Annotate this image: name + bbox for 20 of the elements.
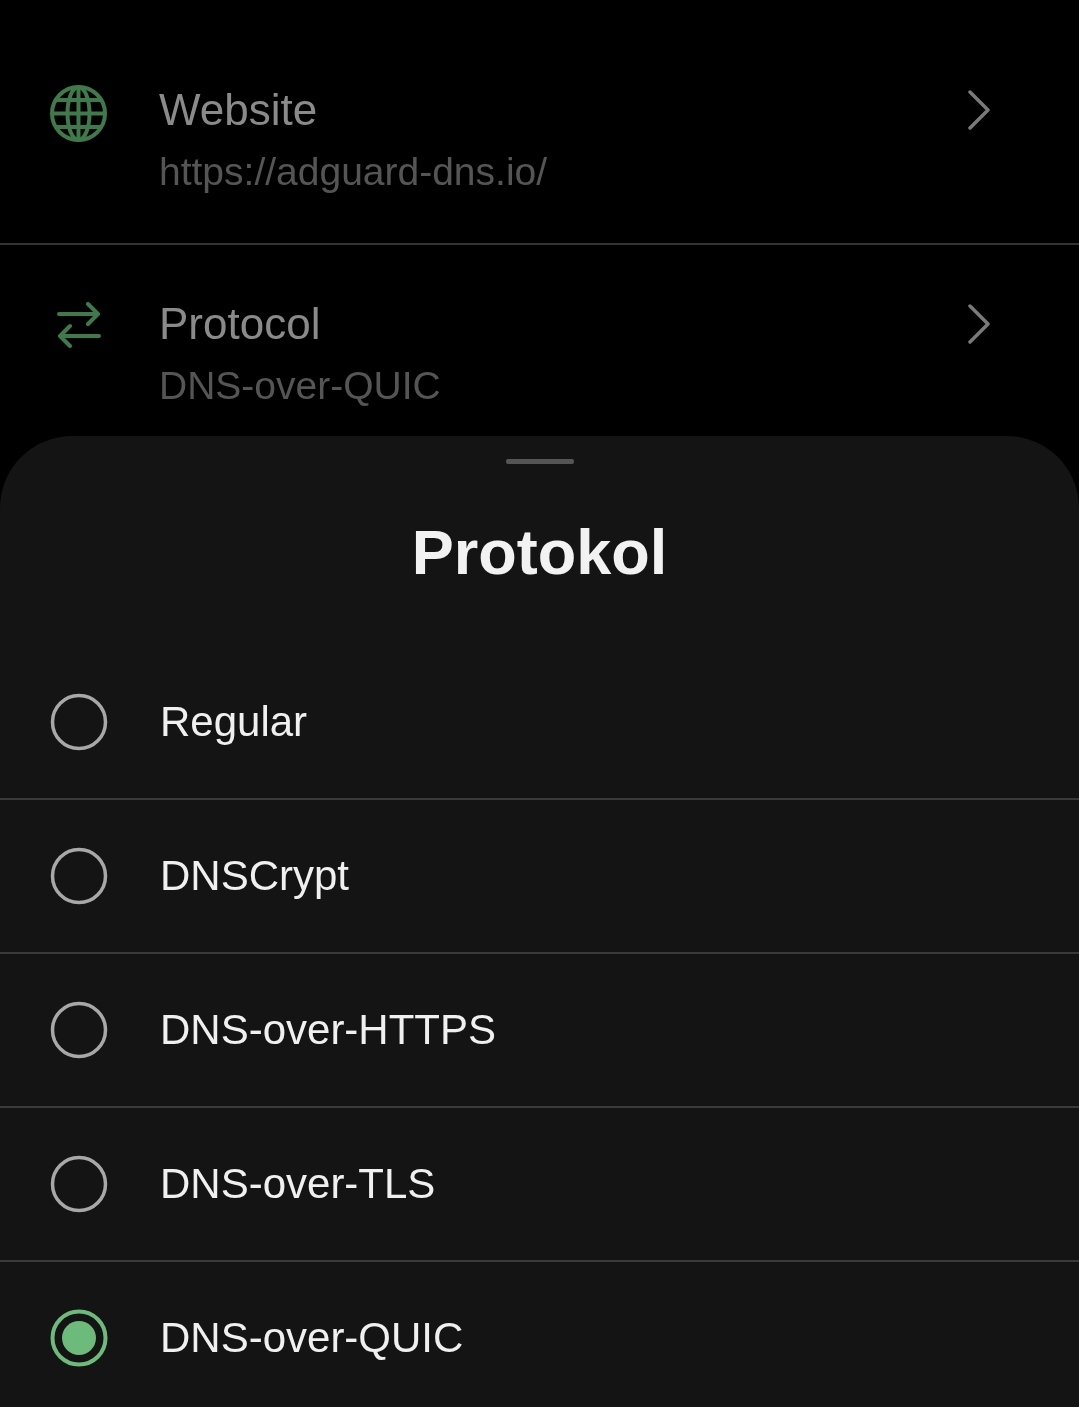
globe-icon — [50, 85, 107, 142]
option-label[interactable]: Regular — [160, 697, 308, 747]
setting-title[interactable]: Website — [159, 85, 318, 135]
chevron-right-icon[interactable] — [967, 304, 991, 344]
setting-title[interactable]: Protocol — [159, 299, 321, 349]
option-label[interactable]: DNSCrypt — [160, 851, 350, 901]
radio-button[interactable] — [50, 1309, 108, 1367]
swap-arrows-icon — [57, 302, 101, 348]
radio-button[interactable] — [50, 847, 108, 905]
option-label[interactable]: DNS-over-HTTPS — [160, 1005, 497, 1055]
drag-handle[interactable] — [505, 459, 574, 464]
radio-button[interactable] — [50, 1155, 108, 1213]
radio-button[interactable] — [50, 1001, 108, 1059]
setting-value: DNS-over-QUIC — [159, 363, 441, 409]
radio-button[interactable] — [50, 693, 108, 751]
option-label[interactable]: DNS-over-TLS — [160, 1159, 436, 1209]
setting-value: https://adguard-dns.io/ — [159, 149, 548, 195]
chevron-right-icon[interactable] — [967, 90, 991, 130]
option-label[interactable]: DNS-over-QUIC — [160, 1313, 464, 1363]
sheet-title: Protokol — [411, 516, 668, 588]
